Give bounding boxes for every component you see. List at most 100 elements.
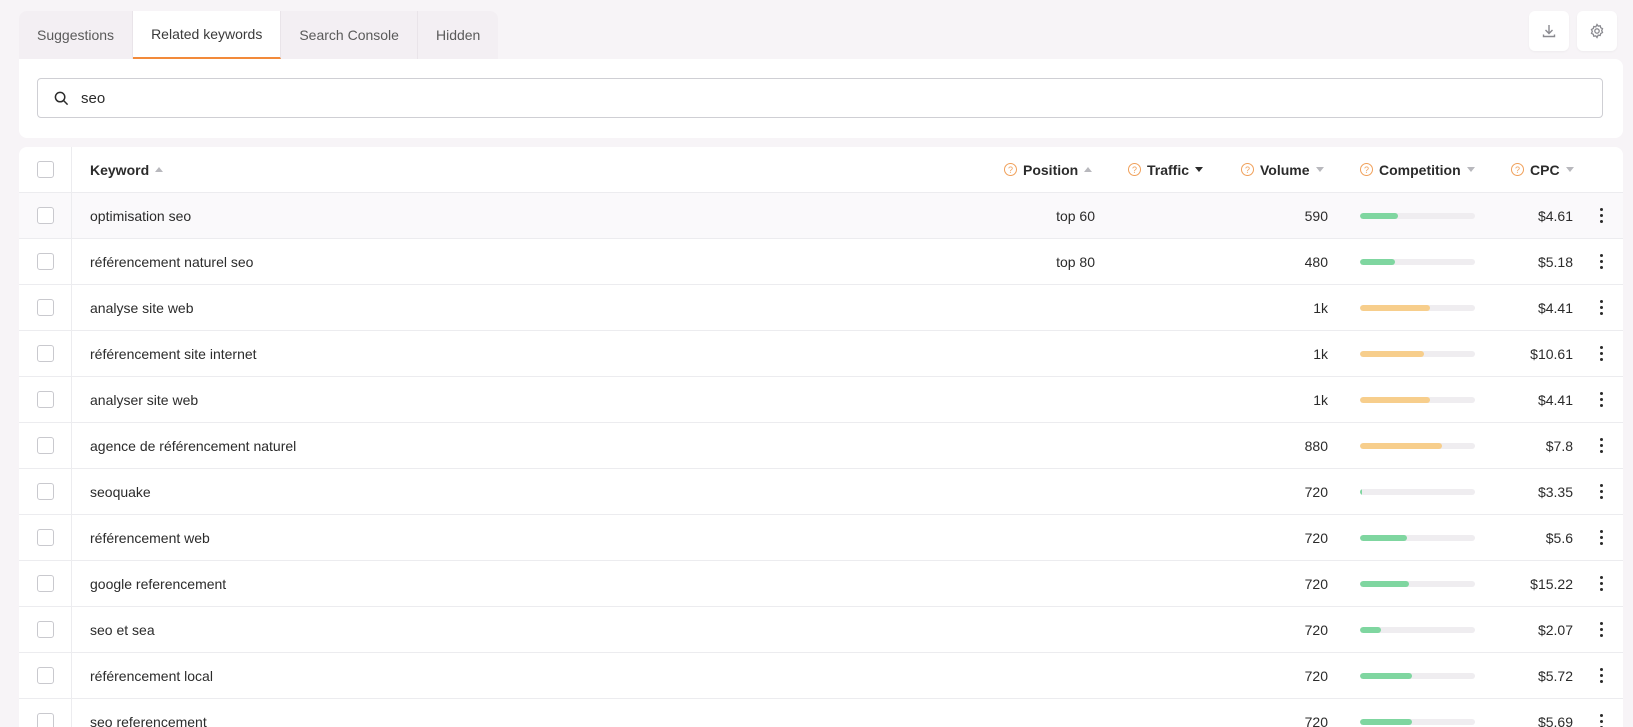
table-row[interactable]: référencement web 720 $5.6 — [19, 515, 1623, 561]
volume-cell: 720 — [1304, 713, 1328, 727]
row-checkbox[interactable] — [36, 529, 54, 546]
row-menu-button[interactable] — [1593, 252, 1609, 272]
row-checkbox[interactable] — [36, 391, 54, 408]
help-icon[interactable]: ? — [1511, 163, 1524, 176]
row-checkbox[interactable] — [36, 253, 54, 270]
tab-search-console[interactable]: Search Console — [281, 11, 418, 59]
sort-desc-icon — [1466, 167, 1475, 172]
row-check-cell — [19, 699, 72, 727]
tab-related-keywords[interactable]: Related keywords — [133, 11, 282, 59]
row-checkbox[interactable] — [36, 483, 54, 500]
position-cell: top 80 — [1056, 253, 1095, 270]
row-checkbox[interactable] — [36, 621, 54, 638]
row-checkbox[interactable] — [36, 299, 54, 316]
keyword-cell: référencement local — [90, 667, 213, 684]
help-icon[interactable]: ? — [1004, 163, 1017, 176]
row-menu-button[interactable] — [1593, 666, 1609, 686]
help-icon[interactable]: ? — [1241, 163, 1254, 176]
search-box[interactable] — [37, 78, 1603, 118]
competition-fill — [1360, 442, 1442, 449]
row-menu-button[interactable] — [1593, 620, 1609, 640]
top-actions — [1529, 11, 1617, 51]
volume-cell: 720 — [1304, 529, 1328, 546]
column-competition-label: Competition — [1379, 161, 1461, 178]
table-row[interactable]: référencement site internet 1k $10.61 — [19, 331, 1623, 377]
table-row[interactable]: seoquake 720 $3.35 — [19, 469, 1623, 515]
competition-fill — [1360, 258, 1395, 265]
row-check-cell — [19, 469, 72, 514]
row-menu-button[interactable] — [1593, 298, 1609, 318]
table-row[interactable]: seo et sea 720 $2.07 — [19, 607, 1623, 653]
competition-fill — [1360, 488, 1363, 495]
select-all-checkbox[interactable] — [36, 161, 54, 178]
cpc-cell: $4.41 — [1537, 299, 1573, 316]
table-row[interactable]: analyse site web 1k $4.41 — [19, 285, 1623, 331]
table-row[interactable]: analyser site web 1k $4.41 — [19, 377, 1623, 423]
sort-desc-icon — [1315, 167, 1324, 172]
row-menu-button[interactable] — [1593, 574, 1609, 594]
competition-bar — [1360, 304, 1475, 311]
row-check-cell — [19, 423, 72, 468]
row-menu-button[interactable] — [1593, 344, 1609, 364]
row-checkbox[interactable] — [36, 713, 54, 727]
row-menu-button[interactable] — [1593, 390, 1609, 410]
sort-desc-icon — [1565, 167, 1574, 172]
competition-bar — [1360, 534, 1475, 541]
search-icon — [54, 91, 69, 105]
column-traffic[interactable]: ? Traffic — [1128, 162, 1204, 178]
competition-bar — [1360, 350, 1475, 357]
cpc-cell: $15.22 — [1530, 575, 1573, 592]
keyword-cell: référencement site internet — [90, 345, 257, 362]
column-keyword-label: Keyword — [90, 161, 150, 178]
competition-fill — [1360, 212, 1398, 219]
column-position[interactable]: ? Position — [1004, 162, 1093, 178]
row-check-cell — [19, 561, 72, 606]
competition-bar — [1360, 212, 1475, 219]
table-row[interactable]: google referencement 720 $15.22 — [19, 561, 1623, 607]
column-cpc[interactable]: ? CPC — [1511, 162, 1574, 178]
cpc-cell: $10.61 — [1530, 345, 1573, 362]
competition-fill — [1360, 534, 1408, 541]
column-competition[interactable]: ? Competition — [1360, 162, 1475, 178]
row-checkbox[interactable] — [36, 345, 54, 362]
row-menu-button[interactable] — [1593, 482, 1609, 502]
tab-suggestions[interactable]: Suggestions — [19, 11, 134, 59]
tab-bar: Suggestions Related keywords Search Cons… — [19, 11, 499, 59]
competition-bar — [1360, 626, 1475, 633]
download-button[interactable] — [1529, 11, 1569, 51]
competition-fill — [1360, 718, 1412, 725]
keyword-cell: agence de référencement naturel — [90, 437, 297, 454]
row-menu-button[interactable] — [1593, 206, 1609, 226]
table-row[interactable]: optimisation seo top 60 590 $4.61 — [19, 193, 1623, 239]
help-icon[interactable]: ? — [1360, 163, 1373, 176]
table-row[interactable]: seo referencement 720 $5.69 — [19, 699, 1623, 727]
volume-cell: 720 — [1304, 483, 1328, 500]
row-checkbox[interactable] — [36, 575, 54, 592]
row-menu-button[interactable] — [1593, 436, 1609, 456]
row-menu-button[interactable] — [1593, 712, 1609, 727]
select-all-cell — [19, 147, 72, 192]
competition-bar — [1360, 672, 1475, 679]
competition-fill — [1360, 350, 1425, 357]
row-checkbox[interactable] — [36, 437, 54, 454]
row-menu-button[interactable] — [1593, 528, 1609, 548]
cpc-cell: $4.61 — [1537, 207, 1573, 224]
competition-bar — [1360, 396, 1475, 403]
row-checkbox[interactable] — [36, 207, 54, 224]
row-check-cell — [19, 285, 72, 330]
table-row[interactable]: référencement naturel seo top 80 480 $5.… — [19, 239, 1623, 285]
competition-bar — [1360, 488, 1475, 495]
volume-cell: 590 — [1304, 207, 1328, 224]
tab-hidden[interactable]: Hidden — [418, 11, 498, 59]
table-row[interactable]: référencement local 720 $5.72 — [19, 653, 1623, 699]
keyword-cell: analyser site web — [90, 391, 199, 408]
volume-cell: 720 — [1304, 667, 1328, 684]
help-icon[interactable]: ? — [1128, 163, 1141, 176]
settings-button[interactable] — [1577, 11, 1617, 51]
column-keyword[interactable]: Keyword — [90, 161, 164, 178]
column-volume[interactable]: ? Volume — [1241, 162, 1324, 178]
table-row[interactable]: agence de référencement naturel 880 $7.8 — [19, 423, 1623, 469]
search-input[interactable] — [81, 89, 1481, 107]
row-checkbox[interactable] — [36, 667, 54, 684]
row-check-cell — [19, 331, 72, 376]
